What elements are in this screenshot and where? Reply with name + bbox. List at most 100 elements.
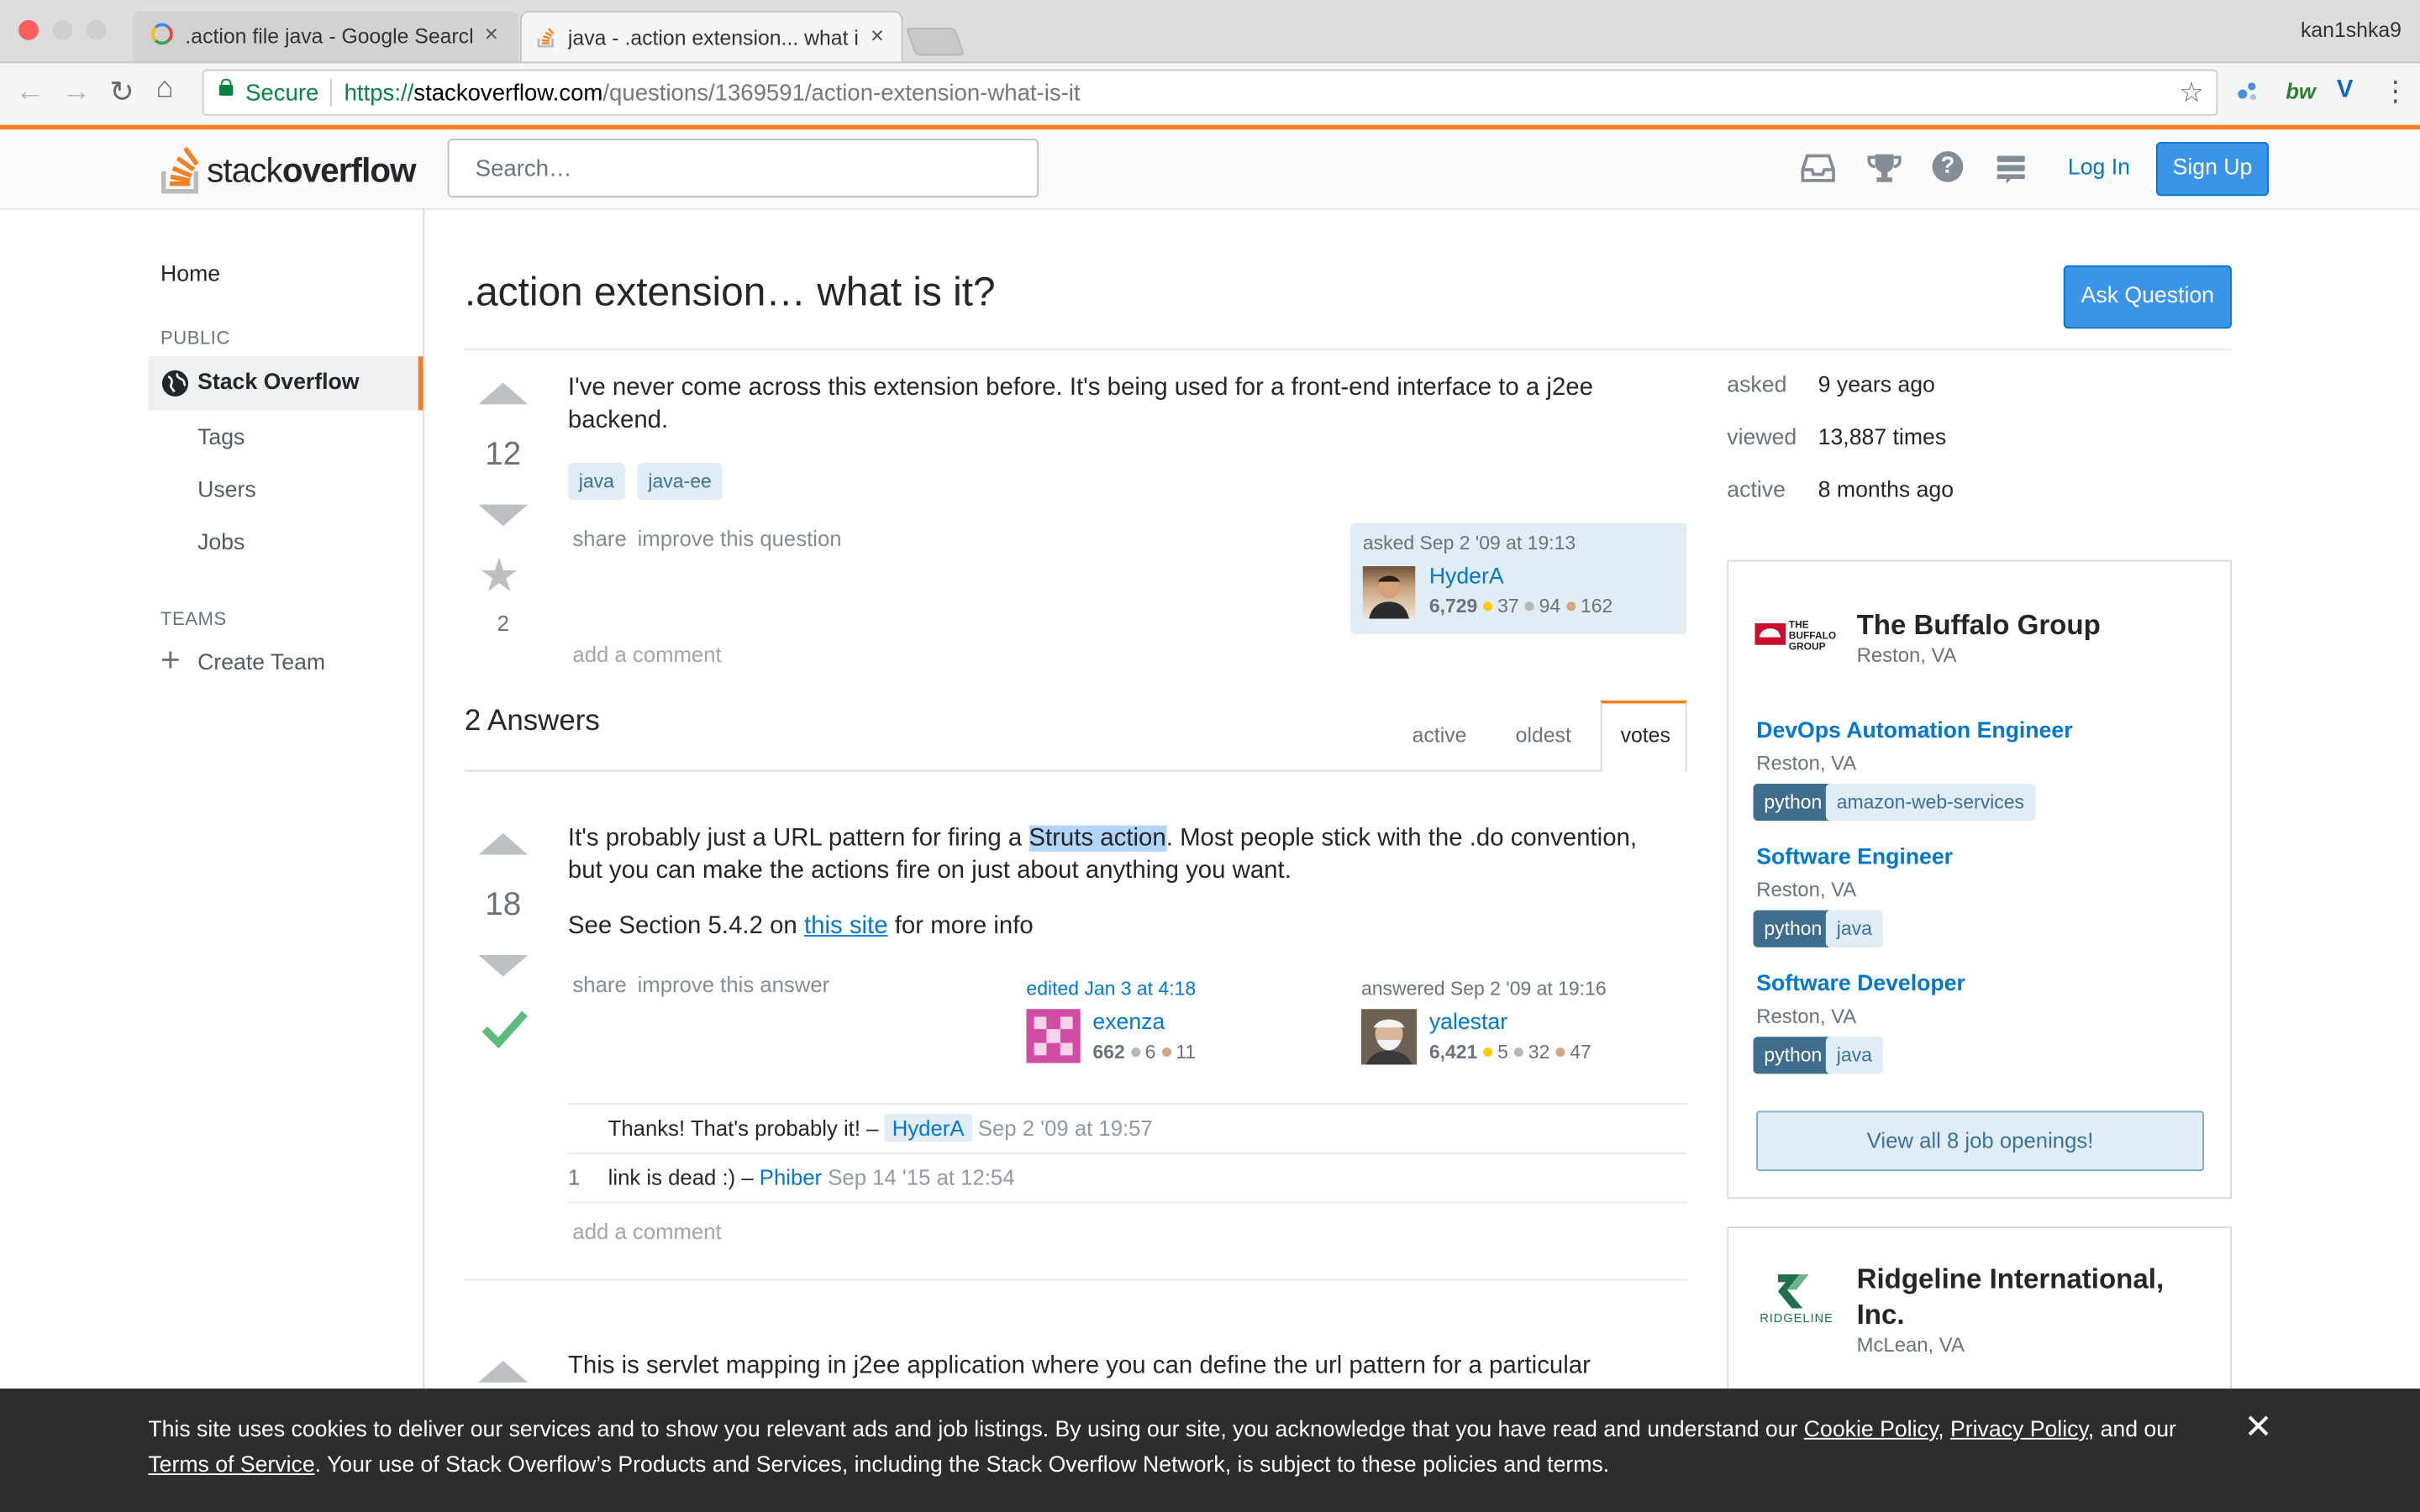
favorite-count: 2 bbox=[497, 611, 509, 636]
company-logo[interactable]: RIDGELINE bbox=[1754, 1271, 1840, 1332]
close-icon[interactable]: × bbox=[485, 22, 498, 48]
browser-toolbar: ← → ↻ ⌂ Secure https://stackoverflow.com… bbox=[0, 63, 2420, 127]
bronze-badge-icon bbox=[1555, 1047, 1565, 1058]
share-question-link[interactable]: share bbox=[572, 526, 626, 550]
sidebar-item-stack-overflow[interactable]: Stack Overflow bbox=[148, 356, 424, 411]
add-comment-link[interactable]: add a comment bbox=[572, 642, 721, 666]
create-team-link[interactable]: + Create Team bbox=[160, 643, 361, 680]
maximize-window-button[interactable] bbox=[86, 19, 107, 40]
active-label: active bbox=[1727, 478, 1786, 503]
comment-score: 1 bbox=[567, 1164, 581, 1190]
help-icon[interactable]: ? bbox=[1932, 151, 1964, 182]
tag-python[interactable]: python bbox=[1753, 784, 1833, 822]
close-window-button[interactable] bbox=[18, 19, 39, 40]
answer-divider bbox=[464, 1278, 1687, 1281]
tag-java[interactable]: java bbox=[567, 463, 625, 501]
tag-java[interactable]: java bbox=[1825, 1037, 1883, 1074]
sidebar-item-home[interactable]: Home bbox=[160, 262, 220, 286]
author-name[interactable]: yalestar bbox=[1429, 1011, 1507, 1035]
comment-user[interactable]: HyderA bbox=[884, 1114, 972, 1142]
bookmark-star-icon[interactable]: ☆ bbox=[2179, 77, 2204, 110]
profile-name[interactable]: kan1shka9 bbox=[2301, 18, 2402, 42]
tag-java-ee[interactable]: java-ee bbox=[637, 463, 723, 501]
job-title[interactable]: Software Engineer bbox=[1756, 846, 1953, 870]
job-title[interactable]: DevOps Automation Engineer bbox=[1756, 719, 2072, 743]
login-button[interactable]: Log In bbox=[2054, 144, 2144, 193]
avatar[interactable] bbox=[1026, 1009, 1081, 1063]
address-bar[interactable]: Secure https://stackoverflow.com/questio… bbox=[202, 69, 2218, 116]
bronze-badge-count: 162 bbox=[1580, 595, 1613, 617]
improve-question-link[interactable]: improve this question bbox=[638, 526, 842, 550]
stackoverflow-logo[interactable]: stackoverflow bbox=[160, 142, 423, 194]
silver-badge-icon bbox=[1514, 1047, 1524, 1058]
active-value[interactable]: 8 months ago bbox=[1818, 478, 1954, 502]
site-header: stackoverflow Search… ? Log In Sign Up bbox=[0, 129, 2420, 210]
comment-time[interactable]: Sep 14 '15 at 12:54 bbox=[828, 1165, 1014, 1189]
sidebar-item-jobs[interactable]: Jobs bbox=[197, 531, 245, 555]
asker-name[interactable]: HyderA bbox=[1429, 564, 1504, 589]
extension-bw-icon[interactable]: bw bbox=[2286, 79, 2316, 103]
favorite-star-icon[interactable]: ★ bbox=[478, 552, 519, 602]
browser-tab-google[interactable]: .action file java - Google Search × bbox=[132, 10, 519, 62]
answer-body: This is servlet mapping in j2ee applicat… bbox=[567, 1352, 1591, 1380]
view-all-jobs-button[interactable]: View all 8 job openings! bbox=[1756, 1110, 2204, 1172]
company-name[interactable]: The Buffalo Group bbox=[1857, 608, 2101, 643]
upvote-button[interactable] bbox=[478, 382, 529, 405]
tag-java[interactable]: java bbox=[1825, 910, 1883, 948]
extension-vee-icon[interactable]: V bbox=[2337, 77, 2354, 105]
browser-tab-stackoverflow[interactable]: java - .action extension... what is it? … bbox=[519, 10, 903, 62]
share-answer-link[interactable]: share bbox=[572, 972, 626, 996]
minimize-window-button[interactable] bbox=[52, 19, 73, 40]
answer-body: It's probably just a URL pattern for fir… bbox=[568, 822, 1673, 887]
downvote-button[interactable] bbox=[478, 954, 529, 977]
browser-menu-icon[interactable]: ⋮ bbox=[2381, 76, 2409, 108]
tab-active[interactable]: active bbox=[1413, 723, 1467, 747]
comment: Thanks! That's probably it! – HyderA Sep… bbox=[568, 1105, 1687, 1152]
title-divider bbox=[464, 349, 2232, 350]
tab-oldest[interactable]: oldest bbox=[1516, 723, 1571, 747]
home-icon[interactable]: ⌂ bbox=[156, 72, 174, 106]
this-site-link[interactable]: this site bbox=[804, 913, 888, 939]
ask-question-button[interactable]: Ask Question bbox=[2063, 265, 2232, 329]
comment-time[interactable]: Sep 2 '09 at 19:57 bbox=[978, 1116, 1153, 1140]
search-input[interactable]: Search… bbox=[447, 139, 1039, 198]
tag-amazon-web-services[interactable]: amazon-web-services bbox=[1825, 784, 2035, 822]
new-tab-button[interactable] bbox=[905, 28, 965, 56]
cookie-policy-link[interactable]: Cookie Policy bbox=[1804, 1418, 1938, 1442]
site-switcher-icon[interactable] bbox=[1996, 155, 2027, 193]
forward-icon[interactable]: → bbox=[61, 76, 91, 109]
avatar[interactable] bbox=[1361, 1009, 1418, 1065]
close-icon[interactable]: × bbox=[871, 24, 884, 50]
reputation-score: 662 bbox=[1092, 1041, 1125, 1063]
upvote-button[interactable] bbox=[478, 832, 529, 855]
close-icon[interactable]: ✕ bbox=[2244, 1410, 2273, 1444]
trophy-icon[interactable] bbox=[1867, 153, 1902, 192]
job-title[interactable]: Software Developer bbox=[1756, 972, 1965, 996]
comment-user[interactable]: Phiber bbox=[760, 1165, 822, 1189]
editor-name[interactable]: exenza bbox=[1092, 1011, 1165, 1035]
sidebar-item-users[interactable]: Users bbox=[197, 478, 256, 502]
extension-dots-icon[interactable] bbox=[2235, 79, 2260, 103]
signup-button[interactable]: Sign Up bbox=[2155, 141, 2270, 197]
company-logo[interactable]: THE BUFFALO GROUP bbox=[1754, 617, 1838, 653]
inbox-icon[interactable] bbox=[1801, 153, 1835, 192]
privacy-policy-link[interactable]: Privacy Policy bbox=[1950, 1418, 2088, 1442]
tag-python[interactable]: python bbox=[1753, 910, 1833, 948]
terms-of-service-link[interactable]: Terms of Service bbox=[148, 1453, 314, 1478]
sidebar-item-tags[interactable]: Tags bbox=[197, 426, 245, 450]
question-title[interactable]: .action extension… what is it? bbox=[465, 269, 996, 317]
reload-icon[interactable]: ↻ bbox=[109, 76, 134, 111]
improve-answer-link[interactable]: improve this answer bbox=[638, 972, 830, 996]
add-comment-link[interactable]: add a comment bbox=[572, 1219, 721, 1243]
create-team-label: Create Team bbox=[197, 651, 326, 676]
edited-date-link[interactable]: edited Jan 3 at 4:18 bbox=[1026, 978, 1196, 1000]
avatar[interactable] bbox=[1362, 566, 1416, 619]
tab-votes[interactable]: votes bbox=[1600, 700, 1687, 772]
company-name[interactable]: Ridgeline International, Inc. bbox=[1857, 1262, 2212, 1332]
globe-icon bbox=[161, 370, 189, 397]
back-icon[interactable]: ← bbox=[15, 76, 45, 109]
downvote-button[interactable] bbox=[478, 504, 529, 527]
upvote-button[interactable] bbox=[478, 1361, 529, 1383]
url-text[interactable]: https://stackoverflow.com/questions/1369… bbox=[345, 81, 1081, 107]
tag-python[interactable]: python bbox=[1753, 1037, 1833, 1074]
